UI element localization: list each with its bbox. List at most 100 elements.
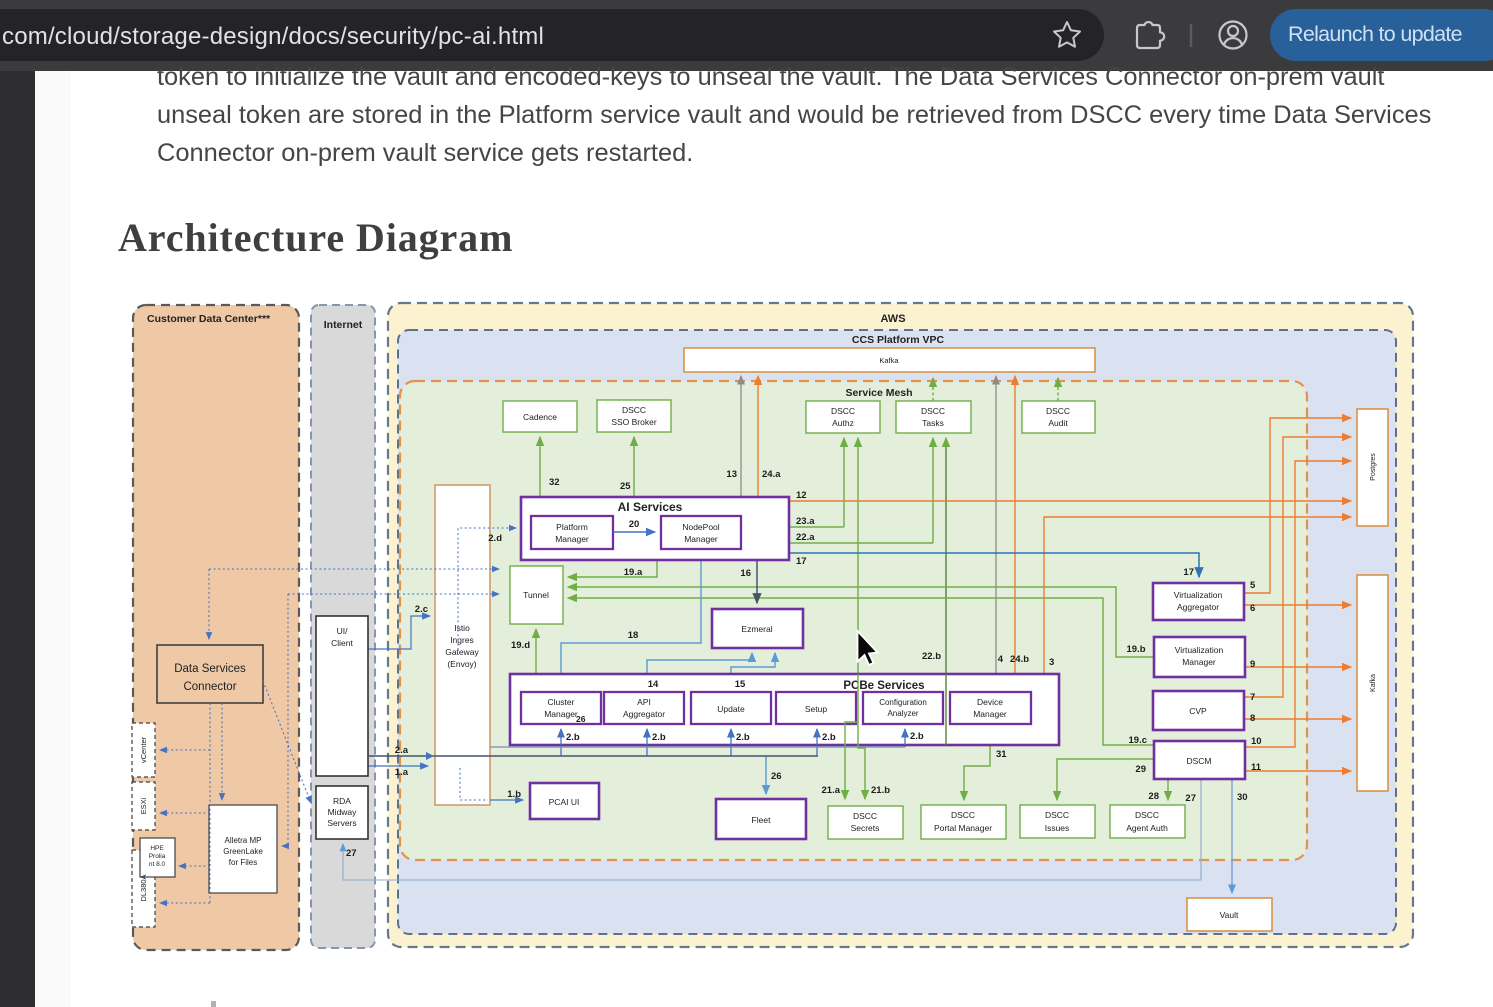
svg-text:27: 27 (1185, 793, 1196, 804)
svg-text:Manager: Manager (973, 709, 1007, 719)
svg-text:Tunnel: Tunnel (523, 590, 549, 600)
svg-text:NodePool: NodePool (682, 522, 719, 532)
svg-text:2.c: 2.c (415, 604, 428, 615)
svg-text:UI/: UI/ (337, 626, 349, 636)
svg-text:SSO Broker: SSO Broker (611, 417, 657, 427)
svg-text:21.b: 21.b (871, 785, 890, 796)
svg-text:19.d: 19.d (511, 640, 530, 651)
svg-text:GreenLake: GreenLake (223, 847, 263, 856)
svg-text:Service Mesh: Service Mesh (845, 387, 912, 399)
svg-text:19.a: 19.a (624, 567, 643, 578)
svg-text:12: 12 (796, 490, 807, 501)
svg-text:29: 29 (1135, 764, 1146, 775)
svg-text:6: 6 (1250, 603, 1255, 614)
svg-text:DSCC: DSCC (622, 405, 646, 415)
svg-text:Authz: Authz (832, 418, 854, 428)
svg-text:Update: Update (717, 704, 745, 714)
svg-text:Secrets: Secrets (851, 823, 880, 833)
svg-text:22.a: 22.a (796, 532, 815, 543)
svg-text:26: 26 (771, 771, 782, 782)
svg-text:Fleet: Fleet (752, 815, 772, 825)
svg-text:14: 14 (648, 679, 659, 690)
svg-text:Ezmeral: Ezmeral (741, 624, 772, 634)
svg-text:DSCC: DSCC (1045, 810, 1069, 820)
svg-text:17: 17 (796, 556, 807, 567)
svg-text:4: 4 (998, 654, 1004, 665)
svg-text:Tasks: Tasks (922, 418, 944, 428)
svg-text:28: 28 (1148, 791, 1159, 802)
svg-text:27: 27 (346, 848, 357, 859)
svg-text:Setup: Setup (805, 704, 827, 714)
svg-text:31: 31 (996, 749, 1007, 760)
svg-text:2.b: 2.b (566, 732, 580, 743)
svg-text:Ingres: Ingres (450, 635, 474, 645)
svg-text:9: 9 (1250, 659, 1255, 670)
svg-text:nt 8.0: nt 8.0 (149, 861, 166, 868)
svg-text:24.a: 24.a (762, 469, 781, 480)
svg-text:Prolia: Prolia (149, 853, 166, 860)
svg-text:vCenter: vCenter (139, 736, 148, 763)
svg-text:DSCC: DSCC (831, 406, 855, 416)
svg-text:Manager: Manager (1182, 657, 1216, 667)
svg-text:DSCC: DSCC (921, 406, 945, 416)
svg-text:25: 25 (620, 481, 631, 492)
svg-text:Audit: Audit (1048, 418, 1068, 428)
svg-text:Aggregator: Aggregator (1177, 602, 1219, 612)
svg-text:Postgres: Postgres (1370, 453, 1377, 481)
svg-text:2.b: 2.b (910, 731, 924, 742)
svg-text:AI Services: AI Services (618, 500, 683, 514)
svg-text:DSCC: DSCC (853, 811, 877, 821)
svg-text:Virtualization: Virtualization (1175, 645, 1224, 655)
svg-text:1.b: 1.b (507, 789, 521, 800)
svg-text:2.b: 2.b (736, 732, 750, 743)
svg-text:Midway: Midway (328, 807, 358, 817)
svg-text:15: 15 (735, 679, 746, 690)
svg-text:Istio: Istio (454, 623, 470, 633)
svg-text:ESXi: ESXi (139, 797, 148, 814)
svg-text:5: 5 (1250, 580, 1256, 591)
svg-text:Connector: Connector (183, 681, 236, 693)
svg-text:23.a: 23.a (796, 516, 815, 527)
svg-text:13: 13 (726, 469, 737, 480)
svg-text:Cadence: Cadence (523, 412, 557, 422)
svg-text:22.b: 22.b (922, 651, 941, 662)
svg-text:26: 26 (576, 714, 586, 724)
svg-text:Configuration: Configuration (879, 698, 927, 707)
svg-text:PCBe Services: PCBe Services (843, 680, 924, 692)
svg-text:Gateway: Gateway (445, 647, 479, 657)
svg-text:AWS: AWS (880, 313, 905, 325)
svg-text:Kafka: Kafka (1370, 674, 1377, 692)
svg-text:17: 17 (1183, 567, 1194, 578)
svg-text:3: 3 (1049, 657, 1054, 668)
svg-text:Servers: Servers (327, 818, 356, 828)
svg-text:Platform: Platform (556, 522, 588, 532)
svg-text:19.c: 19.c (1129, 735, 1148, 746)
svg-text:RDA: RDA (333, 796, 351, 806)
svg-text:CCS Platform VPC: CCS Platform VPC (852, 334, 945, 346)
svg-text:CVP: CVP (1189, 706, 1207, 716)
svg-text:DSCC: DSCC (1046, 406, 1070, 416)
svg-text:19.b: 19.b (1126, 644, 1145, 655)
svg-text:24.b: 24.b (1010, 654, 1029, 665)
svg-text:Portal Manager: Portal Manager (934, 823, 992, 833)
svg-text:Alletra MP: Alletra MP (225, 836, 262, 845)
svg-text:Virtualization: Virtualization (1174, 590, 1223, 600)
svg-text:Vault: Vault (1220, 910, 1239, 920)
svg-text:16: 16 (740, 568, 751, 579)
svg-text:HPE: HPE (150, 845, 164, 852)
svg-text:32: 32 (549, 477, 560, 488)
svg-text:Manager: Manager (684, 534, 718, 544)
svg-text:21.a: 21.a (822, 785, 841, 796)
svg-text:11: 11 (1251, 762, 1262, 773)
svg-text:Aggregator: Aggregator (623, 709, 665, 719)
svg-text:Agent Auth: Agent Auth (1126, 823, 1168, 833)
svg-text:Internet: Internet (324, 319, 363, 331)
svg-text:2.b: 2.b (652, 732, 666, 743)
svg-text:Client: Client (331, 638, 353, 648)
svg-text:PCAI UI: PCAI UI (549, 797, 580, 807)
svg-text:1.a: 1.a (395, 767, 409, 778)
svg-text:2.a: 2.a (395, 745, 409, 756)
svg-text:(Envoy): (Envoy) (447, 659, 476, 669)
svg-text:Issues: Issues (1045, 823, 1070, 833)
svg-text:Cluster: Cluster (548, 697, 575, 707)
